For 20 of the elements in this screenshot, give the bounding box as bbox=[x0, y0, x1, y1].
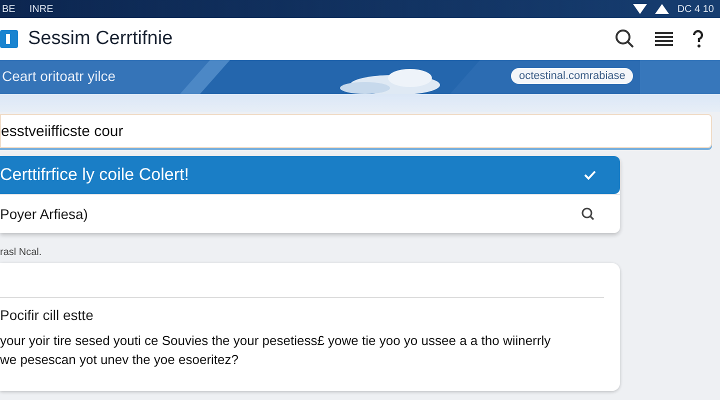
card-text: your yoir tire sesed youti ce Souvies the your pesetiess£ yowe tie yoo yo ussee a a tho wiinerrly we pesescan yot unev the yoe esoeritez? bbox=[0, 332, 552, 369]
search-field[interactable]: esstveiifficste cour bbox=[0, 114, 712, 148]
banner-text: Ceart oritoatr yilce bbox=[2, 68, 116, 84]
triangle-icon bbox=[655, 4, 670, 14]
search-icon bbox=[580, 206, 596, 222]
suggestion-item[interactable]: Certtifrfice ly coile Colert! bbox=[0, 156, 620, 194]
url-pill[interactable]: octestinal.comrabiase bbox=[511, 68, 634, 84]
help-icon[interactable] bbox=[692, 29, 704, 49]
card-title: Pocifir cill estte bbox=[0, 307, 94, 323]
status-text: INRE bbox=[29, 4, 54, 14]
check-icon bbox=[584, 170, 596, 180]
menu-icon[interactable] bbox=[654, 30, 674, 48]
app-title: Sessim Cerrtifnie bbox=[28, 28, 173, 50]
suggestion-item[interactable]: Poyer Arfiesa) bbox=[0, 194, 620, 233]
status-time: DC 4 10 bbox=[677, 4, 714, 14]
section-label: rasl Ncal. bbox=[0, 247, 43, 260]
signal-icon bbox=[633, 4, 648, 14]
status-text: BE bbox=[2, 4, 16, 14]
search-icon[interactable] bbox=[614, 28, 636, 50]
search-value: esstveiifficste cour bbox=[1, 122, 124, 140]
